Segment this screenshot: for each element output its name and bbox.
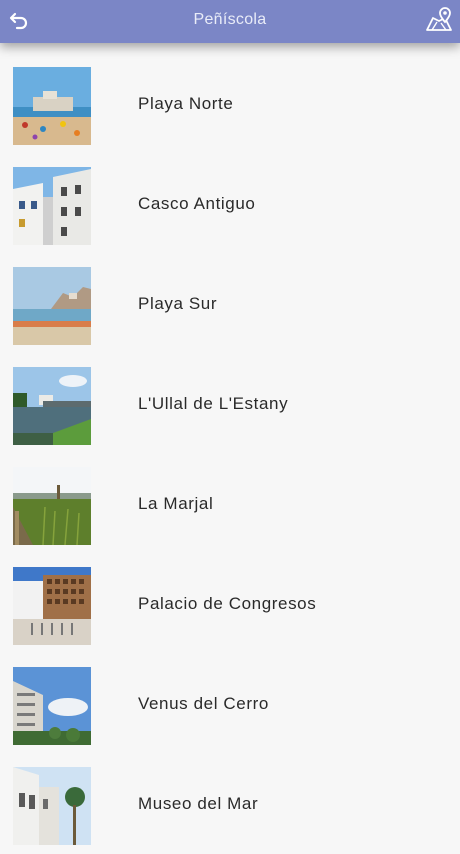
place-name: Casco Antiguo (138, 194, 256, 213)
south-beach-photo (13, 267, 91, 345)
place-thumbnail (13, 467, 91, 545)
white-buildings-photo (13, 167, 91, 245)
place-thumbnail (13, 167, 91, 245)
place-thumbnail (13, 667, 91, 745)
place-thumbnail (13, 567, 91, 645)
place-name: Playa Sur (138, 294, 218, 313)
list-item[interactable]: Playa Sur (0, 254, 460, 354)
place-name: Playa Norte (138, 94, 234, 113)
place-thumbnail (13, 267, 91, 345)
list-item[interactable]: Museo del Mar (0, 754, 460, 854)
wetland-photo (13, 467, 91, 545)
canal-bridge-photo (13, 367, 91, 445)
place-thumbnail (13, 767, 91, 845)
place-name: La Marjal (138, 494, 214, 513)
museum-street-photo (13, 767, 91, 845)
list-item[interactable]: L'Ullal de L'Estany (0, 354, 460, 454)
place-name: Palacio de Congresos (138, 594, 317, 613)
app-bar: Peñíscola (0, 0, 460, 43)
place-thumbnail (13, 67, 91, 145)
map-marker-icon (426, 7, 452, 31)
list-item[interactable]: Playa Norte (0, 54, 460, 154)
list-item[interactable]: La Marjal (0, 454, 460, 554)
list-item[interactable]: Casco Antiguo (0, 154, 460, 254)
congress-palace-photo (13, 567, 91, 645)
place-name: Venus del Cerro (138, 694, 269, 713)
list-item[interactable]: Palacio de Congresos (0, 554, 460, 654)
place-name: Museo del Mar (138, 794, 259, 813)
place-name: L'Ullal de L'Estany (138, 394, 289, 413)
map-button[interactable] (424, 6, 454, 36)
list-item[interactable]: Venus del Cerro (0, 654, 460, 754)
place-thumbnail (13, 367, 91, 445)
beach-town-photo (13, 67, 91, 145)
hillside-building-photo (13, 667, 91, 745)
page-title: Peñíscola (193, 11, 267, 28)
places-list: Playa Norte Casco Antiguo Playa Sur L'Ul… (0, 54, 460, 854)
